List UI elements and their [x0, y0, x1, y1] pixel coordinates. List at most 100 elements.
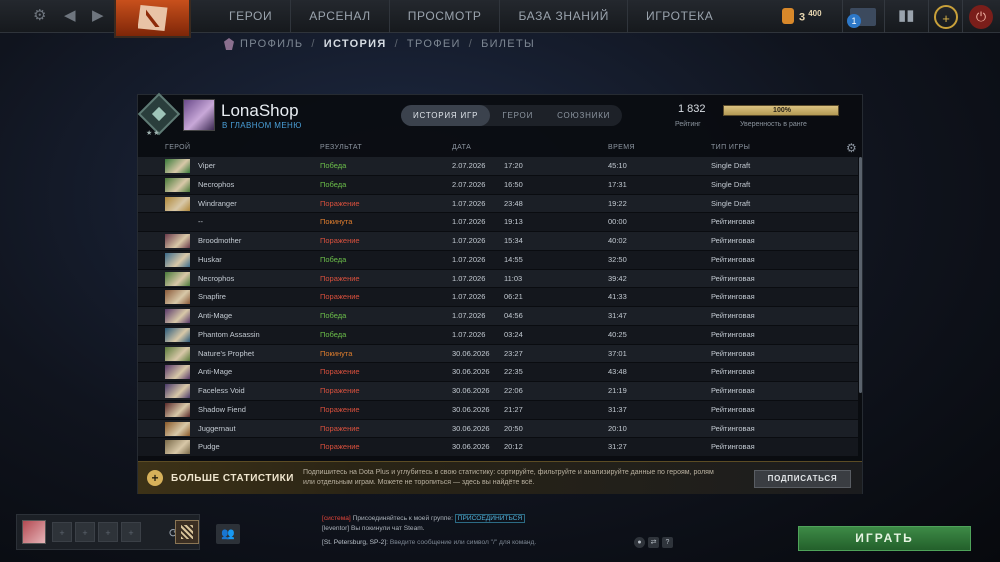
match-history-panel: ★★ LonaShop В ГЛАВНОМ МЕНЮ ИСТОРИЯ ИГР Г… — [137, 92, 864, 494]
party-slot-invite[interactable]: + — [121, 522, 141, 542]
hero-name: Pudge — [198, 442, 220, 452]
party-slot-invite[interactable]: + — [75, 522, 95, 542]
match-start-time: 21:27 — [504, 404, 523, 414]
history-tabs: ИСТОРИЯ ИГР ГЕРОИ СОЮЗНИКИ — [401, 105, 623, 126]
play-button[interactable]: ИГРАТЬ — [798, 526, 971, 551]
party-slot-invite[interactable]: + — [98, 522, 118, 542]
back-arrow-icon[interactable]: ◀ — [64, 8, 76, 24]
friends-icon[interactable]: 👥 — [216, 524, 240, 544]
header-date[interactable]: ДАТА — [452, 144, 471, 151]
match-date: 30.06.2026 — [452, 367, 490, 377]
main-nav: ГЕРОИ АРСЕНАЛ ПРОСМОТР БАЗА ЗНАНИЙ ИГРОТ… — [211, 0, 731, 33]
match-duration: 40:02 — [608, 236, 627, 245]
header-result[interactable]: РЕЗУЛЬТАТ — [320, 144, 362, 151]
shards-icon — [782, 8, 794, 24]
nav-heroes[interactable]: ГЕРОИ — [211, 0, 290, 33]
hero-name: Necrophos — [198, 273, 235, 283]
shards-balance[interactable]: 3 400 — [782, 8, 822, 24]
nav-arcade[interactable]: ИГРОТЕКА — [626, 0, 731, 33]
subnav-tickets[interactable]: БИЛЕТЫ — [481, 38, 535, 50]
match-start-time: 23:27 — [504, 348, 523, 358]
table-row[interactable]: Phantom Assassin Победа 1.07.2026 03:24 40:2… — [138, 325, 858, 345]
tab-match-history[interactable]: ИСТОРИЯ ИГР — [401, 105, 491, 126]
table-row[interactable]: Shadow Fiend Поражение 30.06.2026 21:27 31:3… — [138, 400, 858, 420]
match-start-time: 17:20 — [504, 161, 523, 170]
match-date: 2.07.2026 — [452, 179, 486, 189]
chat-help-icon[interactable]: ? — [662, 537, 673, 548]
tab-allies[interactable]: СОЮЗНИКИ — [545, 105, 622, 126]
table-row[interactable]: Pudge Поражение 30.06.2026 20:12 31:27 Рейтин… — [138, 438, 858, 457]
chat-input[interactable]: [St. Petersburg, SP-2]: Введите сообщени… — [322, 537, 632, 549]
hero-name: Juggernaut — [198, 423, 236, 433]
match-duration: 43:48 — [608, 367, 627, 377]
hero-portrait — [165, 384, 190, 398]
rating-value: 1 832 — [678, 103, 706, 115]
match-result: Поражение — [320, 386, 360, 395]
table-row[interactable]: Necrophos Поражение 1.07.2026 11:03 39:42 Рей… — [138, 269, 858, 289]
subnav-profile[interactable]: ПРОФИЛЬ — [240, 38, 303, 50]
match-result: Поражение — [320, 367, 360, 377]
header-game-type[interactable]: ТИП ИГРЫ — [711, 144, 750, 151]
match-result: Поражение — [320, 273, 360, 283]
power-icon[interactable]: ⏻ — [969, 5, 993, 29]
profile-header: ★★ LonaShop В ГЛАВНОМ МЕНЮ ИСТОРИЯ ИГР Г… — [137, 92, 864, 139]
hero-name: Huskar — [198, 254, 222, 264]
table-row[interactable]: Anti-Mage Победа 1.07.2026 04:56 31:47 Рейтин… — [138, 307, 858, 326]
header-time[interactable]: ВРЕМЯ — [608, 144, 635, 151]
match-start-time: 04:56 — [504, 311, 523, 320]
avatar[interactable] — [183, 99, 215, 131]
emoji-icon[interactable]: ● — [634, 537, 645, 548]
table-row[interactable]: Anti-Mage Поражение 30.06.2026 22:35 43:48 Ре… — [138, 363, 858, 382]
notification-count-badge: 1 — [847, 14, 861, 28]
match-result: Победа — [320, 329, 347, 339]
hero-name: Nature's Prophet — [198, 348, 255, 358]
table-row[interactable]: Broodmother Поражение 1.07.2026 15:34 40:02 Р… — [138, 232, 858, 251]
table-row[interactable]: Nature's Prophet Покинута 30.06.2026 23:27 3… — [138, 344, 858, 364]
table-settings-gear-icon[interactable]: ⚙ — [846, 141, 857, 155]
party-slot-invite[interactable]: + — [52, 522, 72, 542]
tab-heroes[interactable]: ГЕРОИ — [490, 105, 545, 126]
table-row[interactable]: -- Покинута 1.07.2026 19:13 00:00 Рейтинговая — [138, 213, 858, 232]
table-row[interactable]: Juggernaut Поражение 30.06.2026 20:50 20:10 Р… — [138, 419, 858, 439]
game-type: Рейтинговая — [711, 386, 755, 395]
rank-confidence-percent: 100% — [773, 107, 791, 114]
chat-options-icon[interactable]: ⇄ — [648, 537, 659, 548]
match-list-scrollbar[interactable] — [859, 157, 862, 393]
hero-name: Faceless Void — [198, 386, 245, 395]
battlepass-icon[interactable] — [175, 520, 199, 544]
game-type: Рейтинговая — [711, 254, 755, 264]
hero-name: Anti-Mage — [198, 311, 233, 320]
nav-learn[interactable]: БАЗА ЗНАНИЙ — [499, 0, 627, 33]
shards-value: 3 400 — [799, 8, 822, 24]
table-row[interactable]: Faceless Void Поражение 30.06.2026 22:06 21:… — [138, 382, 858, 401]
table-row[interactable]: Windranger Поражение 1.07.2026 23:48 19:22 Si… — [138, 194, 858, 214]
header-hero[interactable]: ГЕРОЙ — [165, 144, 190, 151]
match-result: Победа — [320, 254, 347, 264]
table-row[interactable]: Snapfire Поражение 1.07.2026 06:21 41:33 Рейт… — [138, 288, 858, 307]
dashboard-icon[interactable]: ▮▮ — [898, 8, 915, 24]
party-avatar[interactable] — [22, 520, 46, 544]
match-start-time: 19:13 — [504, 217, 523, 227]
chat-message: [leventor] Вы покинули чат Steam. — [322, 525, 425, 532]
profile-subnav: ПРОФИЛЬ / ИСТОРИЯ / ТРОФЕИ / БИЛЕТЫ — [224, 38, 535, 50]
table-row[interactable]: Huskar Победа 1.07.2026 14:55 32:50 Рейтингов… — [138, 250, 858, 270]
hero-name: Viper — [198, 161, 216, 170]
nav-armory[interactable]: АРСЕНАЛ — [290, 0, 389, 33]
notifications-button[interactable]: 1 — [847, 8, 876, 28]
dota-plus-icon[interactable]: + — [934, 5, 958, 29]
forward-arrow-icon[interactable]: ▶ — [92, 8, 104, 24]
nav-watch[interactable]: ПРОСМОТР — [388, 0, 500, 33]
dota-logo-button[interactable] — [114, 0, 191, 38]
settings-gear-icon[interactable]: ⚙ — [33, 8, 46, 24]
subnav-trophies[interactable]: ТРОФЕИ — [407, 38, 461, 50]
subnav-history[interactable]: ИСТОРИЯ — [324, 38, 387, 50]
game-type: Рейтинговая — [711, 292, 755, 302]
subscribe-button[interactable]: ПОДПИСАТЬСЯ — [754, 470, 851, 488]
table-row[interactable]: Necrophos Победа 2.07.2026 16:50 17:31 Single… — [138, 175, 858, 195]
table-row[interactable]: Viper Победа 2.07.2026 17:20 45:10 Single Dra… — [138, 157, 858, 176]
hero-name: -- — [198, 217, 203, 227]
hero-portrait — [165, 159, 190, 173]
username: LonaShop — [221, 101, 299, 120]
join-group-link[interactable]: ПРИСОЕДИНИТЬСЯ — [454, 514, 526, 523]
rank-confidence-label: Уверенность в ранге — [740, 121, 807, 128]
